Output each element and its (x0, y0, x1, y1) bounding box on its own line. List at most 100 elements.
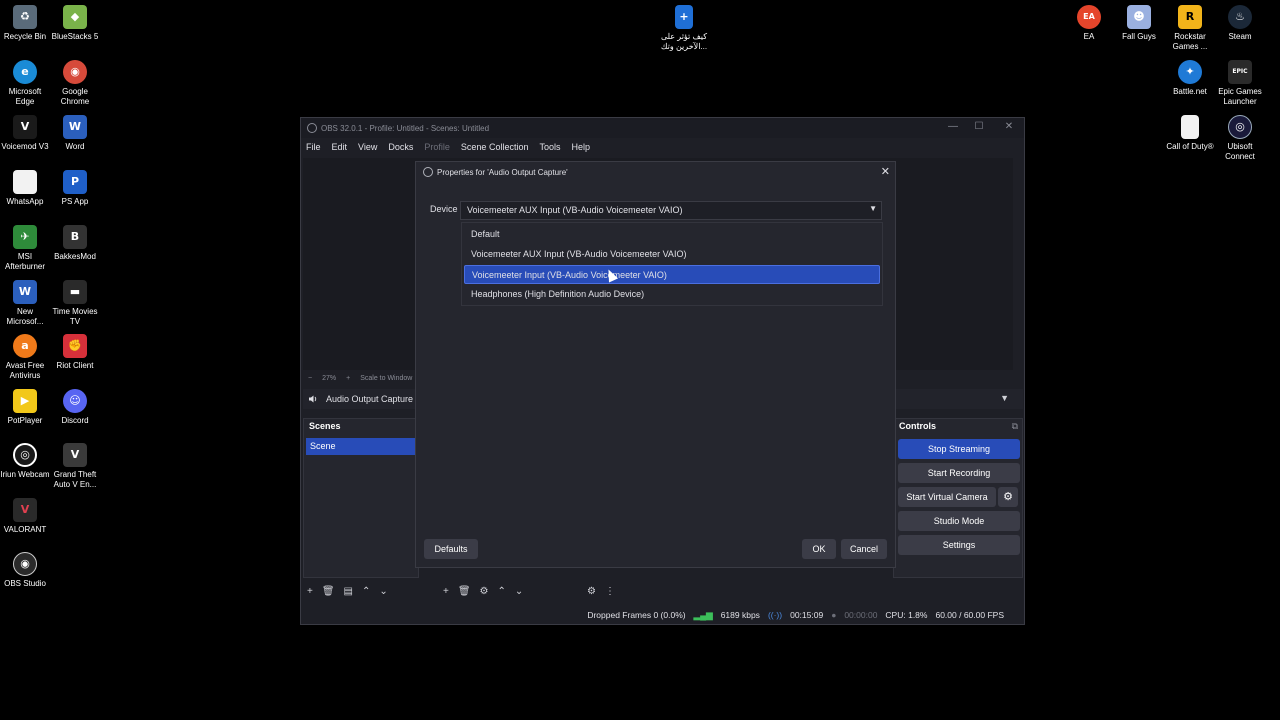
desktop-icon-recycle-bin[interactable]: ♻ Recycle Bin (0, 5, 50, 42)
device-option-headphones[interactable]: Headphones (High Definition Audio Device… (464, 285, 880, 304)
settings-button[interactable]: Settings (898, 535, 1020, 555)
desktop-icon-new-word-doc[interactable]: W New Microsof... (0, 280, 50, 327)
desktop-icon-bakkesmod[interactable]: B BakkesMod (50, 225, 100, 262)
voicemod-icon: V (13, 115, 37, 139)
desktop-icon-iriun-webcam[interactable]: ◎ Iriun Webcam (0, 443, 50, 480)
filter-icon[interactable]: ▤ (344, 586, 353, 597)
controls-panel: Controls ⧉ Stop Streaming Start Recordin… (893, 418, 1023, 578)
dock-float-icon[interactable]: ⧉ (1012, 421, 1018, 432)
device-option-voicemeeter-input[interactable]: Voicemeeter Input (VB-Audio Voicemeeter … (464, 265, 880, 284)
trash-icon[interactable]: 🗑 (322, 586, 335, 597)
desktop-icon-obs-studio[interactable]: ◉ OBS Studio (0, 552, 50, 589)
chevron-down-icon[interactable]: ⌄ (515, 586, 523, 597)
add-icon[interactable]: + (307, 586, 313, 597)
fall-guys-icon: ☻ (1127, 5, 1151, 29)
close-icon[interactable]: ✕ (997, 121, 1021, 132)
desktop-icon-ubisoft[interactable]: ◎ Ubisoft Connect (1215, 115, 1265, 162)
chevron-up-icon[interactable]: ⌃ (498, 586, 506, 597)
add-icon[interactable]: + (443, 586, 449, 597)
menu-help[interactable]: Help (571, 142, 590, 152)
record-time: 00:00:00 (844, 610, 878, 620)
rockstar-icon: R (1178, 5, 1202, 29)
menu-scene-collection[interactable]: Scene Collection (461, 142, 529, 152)
desktop-icon-steam[interactable]: ♨ Steam (1215, 5, 1265, 42)
desktop-icon-ps-app[interactable]: P PS App (50, 170, 100, 207)
desktop-icon-edge[interactable]: e Microsoft Edge (0, 60, 50, 107)
desktop-icon-epic-games[interactable]: EPIC Epic Games Launcher (1215, 60, 1265, 107)
desktop-icon-msi-afterburner[interactable]: ✈ MSI Afterburner (0, 225, 50, 272)
desktop-icon-whatsapp[interactable]: WhatsApp (0, 170, 50, 207)
scenes-panel: Scenes Scene (303, 418, 419, 578)
menu-file[interactable]: File (306, 142, 321, 152)
zoom-out-button[interactable]: − (308, 375, 312, 382)
desktop-icon-gta-v[interactable]: V Grand Theft Auto V En... (50, 443, 100, 490)
zoom-in-button[interactable]: + (346, 375, 350, 382)
desktop-icon-chrome[interactable]: ◉ Google Chrome (50, 60, 100, 107)
avast-icon: a (13, 334, 37, 358)
scale-to-window[interactable]: Scale to Window (360, 375, 412, 382)
device-select[interactable]: Voicemeeter AUX Input (VB-Audio Voicemee… (460, 201, 882, 220)
device-option-voicemeeter-aux[interactable]: Voicemeeter AUX Input (VB-Audio Voicemee… (464, 245, 880, 264)
desktop-icon-battlenet[interactable]: ✦ Battle.net (1165, 60, 1215, 97)
cancel-button[interactable]: Cancel (841, 539, 887, 559)
trash-icon[interactable]: 🗑 (458, 586, 471, 597)
iriun-webcam-icon: ◎ (13, 443, 37, 467)
stream-icon: ((·)) (767, 610, 783, 620)
scene-item[interactable]: Scene (306, 438, 416, 455)
device-option-default[interactable]: Default (464, 225, 880, 244)
desktop-icon-rockstar[interactable]: R Rockstar Games ... (1165, 5, 1215, 52)
desktop-icon-potplayer[interactable]: ▶ PotPlayer (0, 389, 50, 426)
desktop-icon-word[interactable]: W Word (50, 115, 100, 152)
start-recording-button[interactable]: Start Recording (898, 463, 1020, 483)
word-icon: W (63, 115, 87, 139)
desktop-icon-ea[interactable]: EA EA (1064, 5, 1114, 42)
menu-view[interactable]: View (358, 142, 377, 152)
desktop-icon-avast[interactable]: a Avast Free Antivirus (0, 334, 50, 381)
gear-icon[interactable]: ⚙ (480, 586, 489, 597)
word-doc-icon: W (13, 280, 37, 304)
desktop-icon-fall-guys[interactable]: ☻ Fall Guys (1114, 5, 1164, 42)
desktop-icon-voicemod[interactable]: V Voicemod V3 (0, 115, 50, 152)
menu-edit[interactable]: Edit (332, 142, 348, 152)
gta-v-icon: V (63, 443, 87, 467)
chevron-down-icon[interactable]: ▼ (1000, 393, 1009, 403)
desktop-icon-discord[interactable]: ☺ Discord (50, 389, 100, 426)
studio-mode-button[interactable]: Studio Mode (898, 511, 1020, 531)
document-icon: + (675, 5, 693, 29)
time-movies-icon: ▬ (63, 280, 87, 304)
desktop-icon-valorant[interactable]: V VALORANT (0, 498, 50, 535)
record-icon: ● (831, 610, 837, 620)
desktop-icon-call-of-duty[interactable]: Call of Duty® (1165, 115, 1215, 152)
menu-tools[interactable]: Tools (539, 142, 560, 152)
desktop-icon-riot-client[interactable]: ✊ Riot Client (50, 334, 100, 371)
device-label: Device (430, 204, 458, 214)
close-icon[interactable]: ✕ (881, 165, 890, 178)
mixer-settings-icon[interactable]: ⚙ (587, 586, 596, 597)
ok-button[interactable]: OK (802, 539, 836, 559)
menu-docks[interactable]: Docks (388, 142, 413, 152)
device-dropdown-list: Default Voicemeeter AUX Input (VB-Audio … (461, 222, 883, 306)
desktop-icon-bluestacks[interactable]: ◆ BlueStacks 5 (50, 5, 100, 42)
more-icon[interactable]: ⋮ (605, 586, 615, 597)
chevron-up-icon[interactable]: ⌃ (362, 586, 370, 597)
chevron-down-icon[interactable]: ⌄ (379, 586, 387, 597)
controls-header: Controls (899, 421, 936, 431)
device-selected-value: Voicemeeter AUX Input (VB-Audio Voicemee… (467, 205, 683, 215)
stream-time: 00:15:09 (790, 610, 824, 620)
fps: 60.00 / 60.00 FPS (935, 610, 1004, 620)
dialog-title: Properties for 'Audio Output Capture' (437, 167, 568, 177)
gear-icon[interactable]: ⚙ (998, 487, 1018, 507)
ubisoft-icon: ◎ (1228, 115, 1252, 139)
obs-titlebar: OBS 32.0.1 - Profile: Untitled - Scenes:… (301, 118, 1024, 138)
obs-logo-icon (307, 123, 317, 133)
desktop-icon-time-movies[interactable]: ▬ Time Movies TV (50, 280, 100, 327)
stop-streaming-button[interactable]: Stop Streaming (898, 439, 1020, 459)
minimize-icon[interactable]: — (941, 121, 965, 132)
ea-icon: EA (1077, 5, 1101, 29)
start-virtual-camera-button[interactable]: Start Virtual Camera (898, 487, 996, 507)
msi-afterburner-icon: ✈ (13, 225, 37, 249)
desktop-icon-arabic-document[interactable]: + كيف تؤثر على الآخرين وتك... (656, 5, 712, 52)
menu-profile[interactable]: Profile (424, 142, 450, 152)
defaults-button[interactable]: Defaults (424, 539, 478, 559)
maximize-icon[interactable]: ☐ (967, 121, 991, 132)
